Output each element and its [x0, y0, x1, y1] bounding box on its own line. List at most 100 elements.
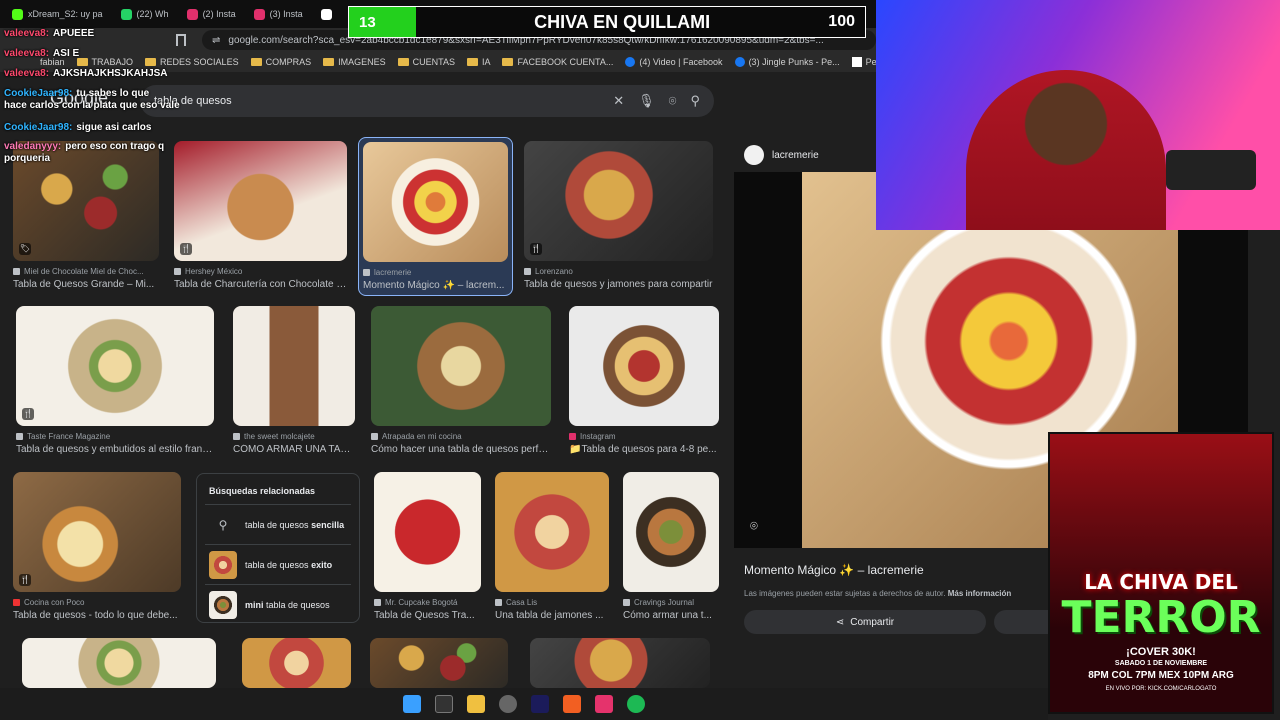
result-thumbnail[interactable]: [233, 306, 355, 426]
result-thumbnail[interactable]: [371, 306, 551, 426]
related-searches-title: Búsquedas relacionadas: [209, 486, 316, 496]
preview-title[interactable]: Momento Mágico ✨ – lacremerie: [744, 563, 924, 577]
preview-source[interactable]: lacremerie: [734, 138, 876, 172]
image-result[interactable]: [242, 638, 351, 688]
result-title[interactable]: Cómo hacer una tabla de quesos perfec...: [371, 444, 551, 455]
result-title[interactable]: Momento Mágico ✨ – lacrem...: [363, 280, 508, 291]
result-thumbnail[interactable]: [242, 638, 351, 688]
bookmark-folder[interactable]: IMAGENES: [323, 57, 386, 67]
facebook-icon: [625, 57, 636, 67]
screen: xDream_S2: uy pa (22) Wh (2) Insta (3) I…: [0, 0, 1280, 720]
result-title[interactable]: Tabla de Quesos Grande – Mi...: [13, 279, 159, 290]
more-info-link[interactable]: Más información: [948, 589, 1012, 598]
bookmark-item[interactable]: (3) Jingle Punks - Pe...: [734, 57, 840, 67]
folder-icon: [466, 58, 478, 66]
tiktok-icon: [851, 57, 862, 67]
goal-progress: 13: [349, 7, 416, 37]
site-info-icon[interactable]: ⇌: [212, 35, 220, 46]
result-title[interactable]: Tabla de quesos - todo lo que debe...: [13, 610, 181, 621]
result-thumbnail[interactable]: [530, 638, 710, 688]
image-result[interactable]: Atrapada en mi cocina Cómo hacer una tab…: [371, 306, 551, 455]
result-thumbnail[interactable]: 🍴: [13, 472, 181, 592]
bookmark-item[interactable]: Pepo x @kazu.oficia...: [851, 57, 876, 67]
site-favicon: [16, 433, 23, 440]
image-result[interactable]: 🍴 Lorenzano Tabla de quesos y jamones pa…: [524, 141, 713, 290]
related-search-item[interactable]: mini tabla de quesos: [205, 584, 351, 624]
result-thumbnail[interactable]: [370, 638, 508, 688]
related-search-item[interactable]: tabla de quesos exito: [205, 544, 351, 584]
result-thumbnail[interactable]: 🍴: [16, 306, 214, 426]
search-icon[interactable]: ⚲: [690, 93, 700, 109]
site-favicon: [233, 433, 240, 440]
site-favicon: [524, 268, 531, 275]
image-result[interactable]: the sweet molcajete CÓMO ARMAR UNA TAB..…: [233, 306, 355, 455]
copyright-note: Las imágenes pueden estar sujetas a dere…: [744, 589, 1012, 598]
result-title[interactable]: Tabla de Quesos Tra...: [374, 610, 481, 621]
browser-tab[interactable]: (3) Insta: [246, 2, 311, 26]
result-thumbnail[interactable]: [623, 472, 719, 592]
result-thumbnail[interactable]: [374, 472, 481, 592]
site-favicon: [363, 269, 370, 276]
image-result[interactable]: Mr. Cupcake Bogotá Tabla de Quesos Tra..…: [374, 472, 481, 621]
lens-icon[interactable]: ⌾: [669, 93, 677, 109]
file-explorer-icon[interactable]: [467, 695, 485, 713]
browser-tab[interactable]: [313, 2, 345, 26]
result-thumbnail[interactable]: [495, 472, 609, 592]
image-result[interactable]: [530, 638, 710, 688]
bookmark-folder[interactable]: IA: [466, 57, 490, 67]
chat-message-cont: porqueria: [4, 153, 51, 164]
bookmark-folder[interactable]: COMPRAS: [250, 57, 311, 67]
tiktok-studio-icon[interactable]: [595, 695, 613, 713]
related-searches: Búsquedas relacionadas ⚲ tabla de quesos…: [196, 473, 360, 623]
result-title[interactable]: Tabla de quesos y jamones para compartir: [524, 279, 713, 290]
windows-start-icon[interactable]: [403, 695, 421, 713]
result-thumbnail[interactable]: [22, 638, 216, 688]
obs-icon[interactable]: [499, 695, 517, 713]
image-result[interactable]: Cravings Journal Cómo armar una t...: [623, 472, 719, 621]
bookmark-folder[interactable]: CUENTAS: [397, 57, 455, 67]
result-title[interactable]: 📁Tabla de quesos para 4-8 pe...: [569, 444, 719, 455]
stream-goal-bar: 13 CHIVA EN QUILLAMI 100: [348, 6, 866, 38]
goal-label: CHIVA EN QUILLAMI: [534, 11, 711, 32]
result-title[interactable]: CÓMO ARMAR UNA TAB...: [233, 444, 355, 455]
result-title[interactable]: Cómo armar una t...: [623, 610, 719, 621]
folder-icon: [250, 58, 262, 66]
premiere-icon[interactable]: [531, 695, 549, 713]
chat-message: CookieJaar98: tu sabes lo que: [4, 88, 150, 99]
image-result[interactable]: 🍴 Cocina con Poco Tabla de quesos - todo…: [13, 472, 181, 621]
result-title[interactable]: Tabla de Charcutería con Chocolate H...: [174, 279, 347, 290]
event-poster: LA CHIVA DEL TERROR ¡COVER 30K! SABADO 1…: [1048, 432, 1274, 714]
close-icon[interactable]: ✕: [613, 93, 624, 109]
image-result[interactable]: Casa Lis Una tabla de jamones ...: [495, 472, 609, 621]
visit-button[interactable]: [994, 610, 1054, 634]
share-button[interactable]: ⋖ Compartir: [744, 610, 986, 634]
result-thumbnail[interactable]: 🍴: [524, 141, 713, 261]
bookmark-folder[interactable]: FACEBOOK CUENTA...: [502, 57, 613, 67]
related-search-item[interactable]: ⚲ tabla de quesos sencilla: [205, 504, 351, 544]
image-result[interactable]: [22, 638, 216, 688]
result-thumbnail[interactable]: [569, 306, 719, 426]
image-result-selected[interactable]: lacremerie Momento Mágico ✨ – lacrem...: [358, 137, 513, 296]
image-result[interactable]: 🍴 Taste France Magazine Tabla de quesos …: [16, 306, 214, 455]
chat-message-cont: hace carlos con la plata que eso vale: [4, 100, 180, 111]
result-thumbnail[interactable]: [363, 142, 508, 262]
site-favicon: [374, 599, 381, 606]
bookmark-item[interactable]: (4) Video | Facebook: [625, 57, 723, 67]
result-title[interactable]: Una tabla de jamones ...: [495, 610, 609, 621]
brave-icon[interactable]: [563, 695, 581, 713]
epic-games-icon[interactable]: [435, 695, 453, 713]
image-result[interactable]: [370, 638, 508, 688]
related-thumbnail: [209, 550, 237, 579]
related-thumbnail: [209, 590, 237, 619]
taskbar: [0, 688, 1048, 720]
mic-icon[interactable]: 🎙: [638, 93, 655, 109]
result-title[interactable]: Tabla de quesos y embutidos al estilo fr…: [16, 444, 214, 455]
spotify-icon[interactable]: [627, 695, 645, 713]
recipe-icon: 🍴: [19, 574, 31, 586]
image-result[interactable]: Instagram 📁Tabla de quesos para 4-8 pe..…: [569, 306, 719, 455]
site-favicon: [13, 268, 20, 275]
chat-message: valeeva8: AJKSHAJKHSJKAHJSA: [4, 68, 168, 79]
goal-max: 100: [828, 13, 855, 30]
search-input[interactable]: tabla de quesos ✕ 🎙 ⌾ ⚲: [140, 85, 714, 117]
lens-icon[interactable]: ⌾: [750, 518, 758, 534]
